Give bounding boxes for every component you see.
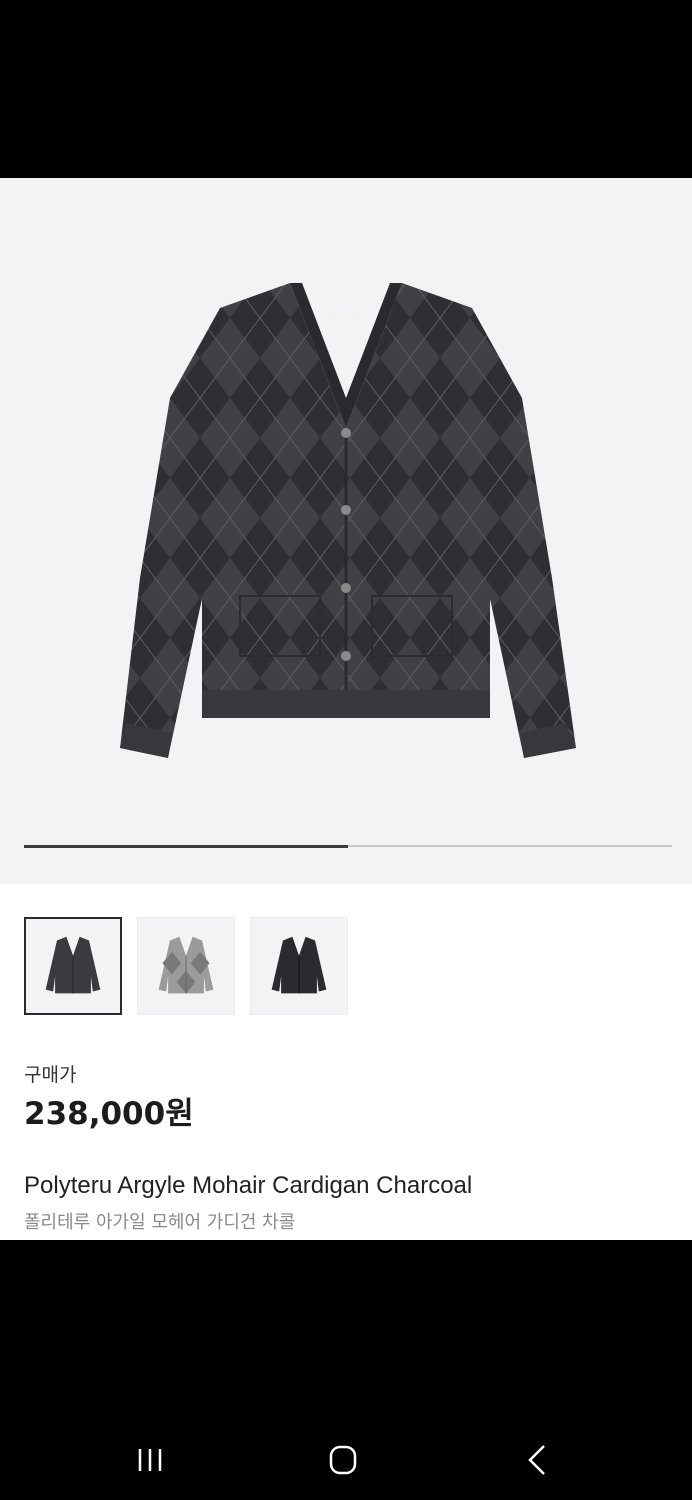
- product-title: Polyteru Argyle Mohair Cardigan Charcoal: [24, 1172, 473, 1199]
- recent-apps-button[interactable]: [130, 1440, 170, 1480]
- home-button[interactable]: [323, 1440, 363, 1480]
- price-label: 구매가: [24, 1064, 77, 1086]
- back-icon: [528, 1445, 545, 1475]
- cardigan-thumbnail-image: [45, 936, 101, 994]
- cardigan-image: [120, 283, 576, 758]
- cardigan-thumbnail-image: [158, 936, 214, 994]
- carousel-progress-fill: [24, 844, 348, 848]
- system-nav-bar: [0, 1400, 692, 1500]
- product-subtitle: 폴리테루 아가일 모헤어 가디건 차콜: [24, 1212, 296, 1233]
- recent-apps-icon: [138, 1449, 162, 1471]
- top-bar: [0, 0, 692, 178]
- screen: 구매가 238,000원 Polyteru Argyle Mohair Card…: [0, 0, 692, 1500]
- back-button[interactable]: [518, 1440, 558, 1480]
- home-icon: [329, 1445, 357, 1475]
- thumbnail-list: [24, 917, 363, 1015]
- product-image-carousel[interactable]: [0, 178, 692, 884]
- cardigan-thumbnail-image: [271, 936, 327, 994]
- price-value: 238,000원: [24, 1096, 194, 1132]
- thumbnail-black[interactable]: [250, 917, 348, 1015]
- thumbnail-grey[interactable]: [137, 917, 235, 1015]
- carousel-progress: [24, 844, 672, 848]
- thumbnail-charcoal[interactable]: [24, 917, 122, 1015]
- product-page: 구매가 238,000원 Polyteru Argyle Mohair Card…: [0, 178, 692, 1240]
